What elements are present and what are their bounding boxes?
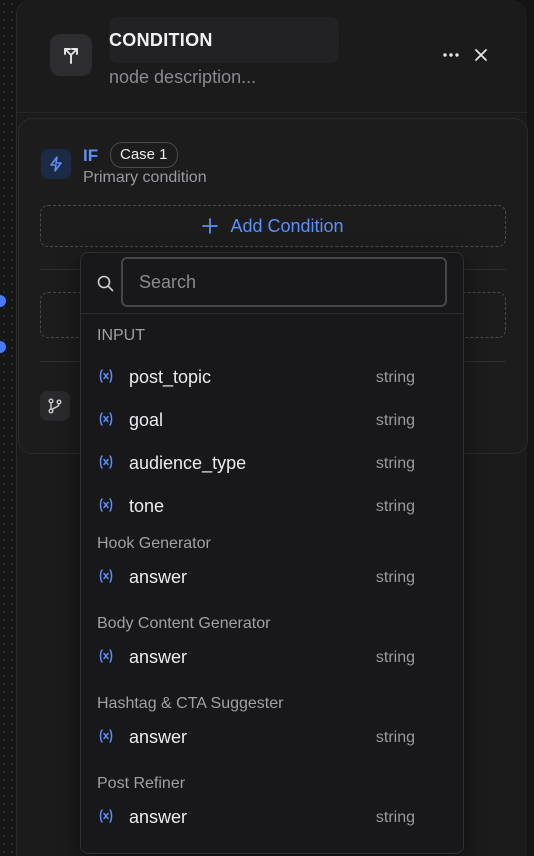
variable-item[interactable]: audience_type string — [81, 443, 463, 483]
node-description-input[interactable]: node description... — [109, 67, 256, 88]
variable-item[interactable]: tone string — [81, 486, 463, 526]
variable-icon — [98, 368, 114, 389]
variable-name: answer — [129, 807, 188, 827]
variable-type: string — [375, 729, 415, 746]
variable-type: string — [375, 412, 415, 429]
search-input[interactable] — [121, 257, 447, 307]
variable-type: string — [375, 809, 415, 826]
variable-type: string — [375, 498, 415, 515]
variable-item[interactable]: goal string — [81, 400, 463, 440]
variable-icon — [98, 648, 114, 669]
case-badge: Case 1 — [110, 142, 178, 168]
variable-item[interactable]: post_topic string — [81, 357, 463, 397]
variable-icon — [98, 568, 114, 589]
more-horizontal-icon — [443, 53, 459, 57]
variable-type: string — [375, 369, 415, 386]
variable-name: answer — [129, 567, 188, 587]
node-title: CONDITION — [109, 30, 213, 50]
variable-item[interactable]: answer string — [81, 557, 463, 597]
variable-item[interactable]: answer string — [81, 797, 463, 837]
panel-header: CONDITION node description... — [17, 0, 527, 113]
variable-type: string — [375, 455, 415, 472]
workflow-canvas — [0, 0, 16, 856]
variable-icon — [98, 808, 114, 829]
variable-name: answer — [129, 647, 188, 667]
variable-picker-dropdown: INPUTpost_topicstringgoalstringaudience_… — [80, 252, 464, 854]
group-title: Post Refiner — [97, 775, 186, 792]
variable-type: string — [375, 649, 415, 666]
lightning-icon — [41, 149, 71, 179]
search-row — [81, 253, 463, 314]
group-title: INPUT — [97, 327, 145, 344]
variable-name: tone — [129, 496, 165, 516]
variable-item[interactable]: answer string — [81, 637, 463, 677]
group-title: Body Content Generator — [97, 615, 271, 632]
connection-port[interactable] — [0, 295, 6, 307]
variable-icon — [98, 497, 114, 518]
branch-split-icon — [50, 34, 92, 76]
more-options-button[interactable] — [440, 44, 462, 66]
git-branch-icon — [40, 391, 70, 421]
search-icon — [97, 275, 114, 292]
close-button[interactable] — [470, 44, 492, 66]
variable-name: audience_type — [129, 453, 247, 473]
variable-name: goal — [129, 410, 164, 430]
connection-port[interactable] — [0, 341, 6, 353]
variable-icon — [98, 411, 114, 432]
if-label: IF — [83, 146, 99, 165]
close-icon — [475, 49, 487, 61]
group-title: Hook Generator — [97, 535, 211, 552]
variable-icon — [98, 454, 114, 475]
variable-icon — [98, 728, 114, 749]
variable-name: answer — [129, 727, 188, 747]
variable-type: string — [375, 569, 415, 586]
case-subtitle: Primary condition — [83, 169, 207, 186]
variable-item[interactable]: answer string — [81, 717, 463, 757]
variable-name: post_topic — [129, 367, 212, 387]
group-title: Hashtag & CTA Suggester — [97, 695, 284, 712]
add-condition-label: Add Condition — [230, 215, 344, 236]
add-condition-button[interactable]: Add Condition — [40, 205, 506, 247]
plus-icon — [202, 218, 219, 234]
